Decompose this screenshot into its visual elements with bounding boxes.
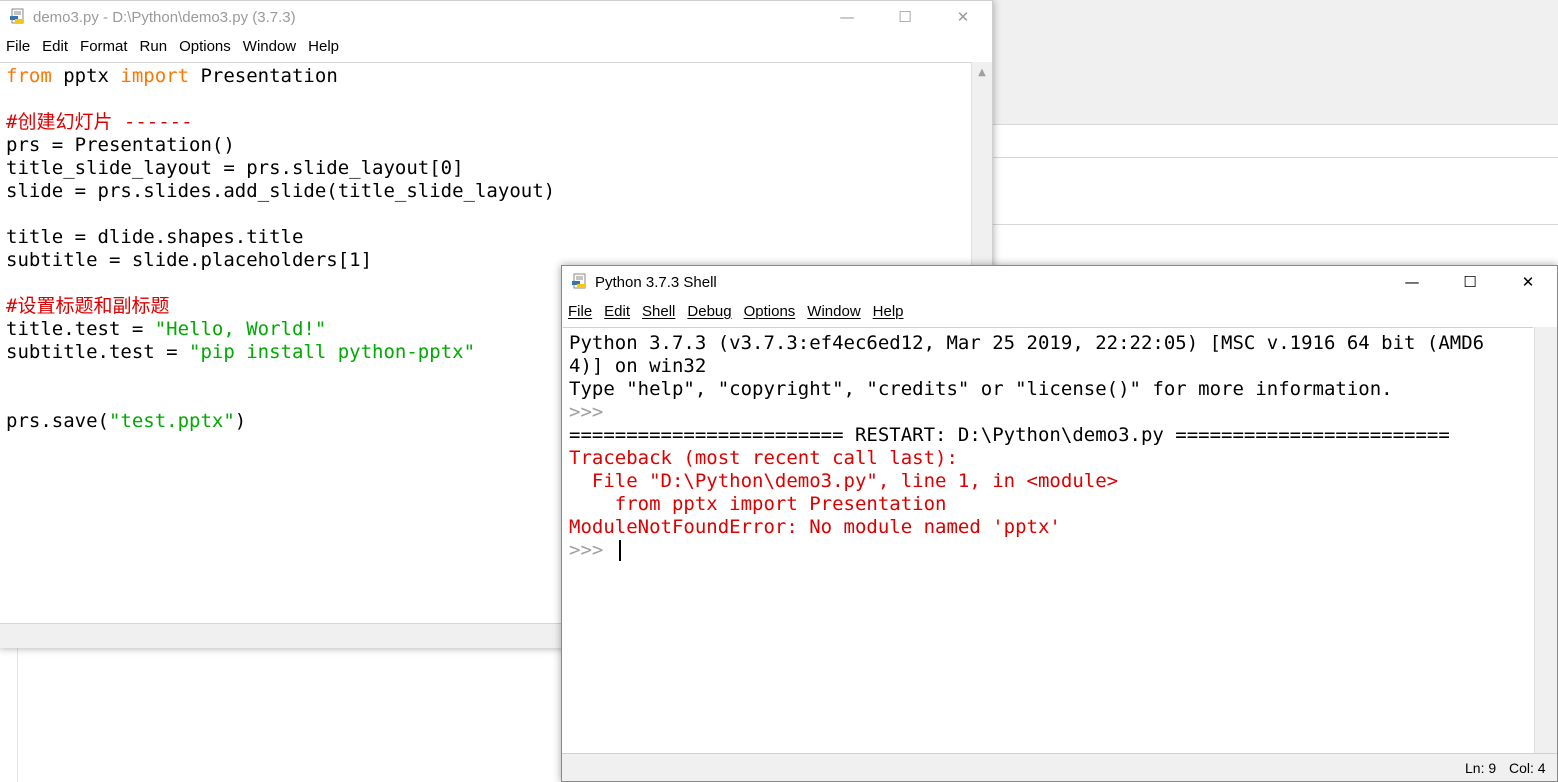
menu-shell[interactable]: Shell [636, 303, 681, 320]
code-line: slide = prs.slides.add_slide(title_slide… [6, 180, 555, 203]
code-token-str: "Hello, World!" [154, 318, 327, 340]
code-text: 4)] on win32 [569, 355, 707, 377]
text-cursor [618, 540, 621, 561]
code-line: subtitle = slide.placeholders[1] [6, 249, 372, 272]
code-text: subtitle = slide.placeholders[1] [6, 249, 373, 271]
code-text: Type "help", "copyright", "credits" or "… [569, 378, 1393, 400]
code-text: title.test = [6, 318, 155, 340]
shell-output[interactable]: Python 3.7.3 (v3.7.3:ef4ec6ed12, Mar 25 … [563, 327, 1533, 754]
menu-window[interactable]: Window [237, 38, 302, 55]
python-file-icon [9, 8, 27, 26]
editor-titlebar[interactable]: demo3.py - D:\Python\demo3.py (3.7.3) — … [0, 1, 992, 33]
background-divider [992, 224, 1558, 225]
code-line: #设置标题和副标题 [6, 295, 169, 318]
code-text: prs = Presentation() [6, 134, 235, 156]
window-title: Python 3.7.3 Shell [595, 273, 717, 291]
code-line: title = dlide.shapes.title [6, 226, 303, 249]
code-text: slide = prs.slides.add_slide(title_slide… [6, 180, 556, 202]
menu-edit[interactable]: Edit [36, 38, 74, 55]
code-text: Python 3.7.3 (v3.7.3:ef4ec6ed12, Mar 25 … [569, 332, 1485, 354]
close-button[interactable]: ✕ [1499, 266, 1557, 298]
code-token-err: Traceback (most recent call last): [569, 447, 958, 469]
menu-window[interactable]: Window [801, 303, 866, 320]
code-text: ) [234, 410, 247, 432]
shell-line: Type "help", "copyright", "credits" or "… [569, 378, 1393, 401]
menu-help[interactable]: Help [867, 303, 910, 320]
shell-line: ModuleNotFoundError: No module named 'pp… [569, 516, 1061, 539]
menu-help[interactable]: Help [302, 38, 345, 55]
code-line: title_slide_layout = prs.slide_layout[0] [6, 157, 464, 180]
code-text: title_slide_layout = prs.slide_layout[0] [6, 157, 464, 179]
code-token-err: ModuleNotFoundError: No module named 'pp… [569, 516, 1061, 538]
code-line: from pptx import Presentation [6, 65, 338, 88]
shell-line: >>> [569, 401, 615, 424]
shell-line: 4)] on win32 [569, 355, 706, 378]
maximize-button[interactable]: ☐ [1441, 266, 1499, 298]
background-divider [992, 157, 1558, 158]
menu-file[interactable]: File [562, 303, 598, 320]
code-line: title.test = "Hello, World!" [6, 318, 326, 341]
menu-edit[interactable]: Edit [598, 303, 636, 320]
code-text: title = dlide.shapes.title [6, 226, 304, 248]
minimize-button[interactable]: — [818, 1, 876, 33]
shell-line: from pptx import Presentation [569, 493, 947, 516]
scroll-up-icon[interactable]: ▲ [972, 62, 992, 82]
code-text: pptx [51, 65, 121, 87]
code-text: ======================== RESTART: D:\Pyt… [569, 424, 1450, 446]
shell-line: File "D:\Python\demo3.py", line 1, in <m… [569, 470, 1118, 493]
code-line: #创建幻灯片 ------ [6, 111, 193, 134]
minimize-button[interactable]: — [1383, 266, 1441, 298]
line-number: Ln: 9 [1465, 760, 1497, 776]
background-window-panel [992, 0, 1558, 124]
maximize-button[interactable]: ☐ [876, 1, 934, 33]
shell-line: Traceback (most recent call last): [569, 447, 958, 470]
code-token-kw: import [120, 65, 190, 87]
editor-menubar: File Edit Format Run Options Window Help [0, 34, 992, 58]
shell-line: >>> [569, 539, 621, 562]
shell-menubar: File Edit Shell Debug Options Window Hel… [562, 299, 1557, 323]
code-token-cm: #创建幻灯片 ------ [6, 111, 193, 133]
shell-prompt: >>> [569, 539, 615, 561]
shell-line: ======================== RESTART: D:\Pyt… [569, 424, 1450, 447]
code-text: Presentation [189, 65, 338, 87]
background-divider [992, 124, 1558, 125]
code-token-err: from pptx import Presentation [569, 493, 947, 515]
menu-options[interactable]: Options [173, 38, 237, 55]
shell-scrollbar[interactable] [1534, 327, 1557, 753]
menu-options[interactable]: Options [738, 303, 802, 320]
background-divider [17, 648, 18, 782]
code-token-err: File "D:\Python\demo3.py", line 1, in <m… [569, 470, 1119, 492]
code-line: prs.save("test.pptx") [6, 410, 246, 433]
column-number: Col: 4 [1509, 760, 1546, 776]
code-token-str: "pip install python-pptx" [189, 341, 476, 363]
shell-prompt: >>> [569, 401, 615, 423]
window-controls: — ☐ ✕ [818, 1, 992, 33]
menu-format[interactable]: Format [74, 38, 134, 55]
window-controls: — ☐ ✕ [1383, 266, 1557, 298]
shell-window: Python 3.7.3 Shell — ☐ ✕ File Edit Shell… [561, 265, 1558, 782]
code-line: subtitle.test = "pip install python-pptx… [6, 341, 475, 364]
background-window-area [0, 648, 560, 782]
code-text: prs.save( [6, 410, 109, 432]
code-token-cm: #设置标题和副标题 [6, 295, 170, 317]
shell-statusbar: Ln: 9 Col: 4 [562, 753, 1557, 781]
close-button[interactable]: ✕ [934, 1, 992, 33]
menu-file[interactable]: File [0, 38, 36, 55]
shell-titlebar[interactable]: Python 3.7.3 Shell — ☐ ✕ [562, 266, 1557, 298]
code-text: subtitle.test = [6, 341, 190, 363]
shell-line: Python 3.7.3 (v3.7.3:ef4ec6ed12, Mar 25 … [569, 332, 1484, 355]
code-token-str: "test.pptx" [108, 410, 235, 432]
menu-run[interactable]: Run [134, 38, 174, 55]
python-shell-icon [571, 273, 589, 291]
code-line: prs = Presentation() [6, 134, 235, 157]
menu-debug[interactable]: Debug [681, 303, 737, 320]
window-title: demo3.py - D:\Python\demo3.py (3.7.3) [33, 8, 296, 26]
code-token-kw: from [6, 65, 52, 87]
